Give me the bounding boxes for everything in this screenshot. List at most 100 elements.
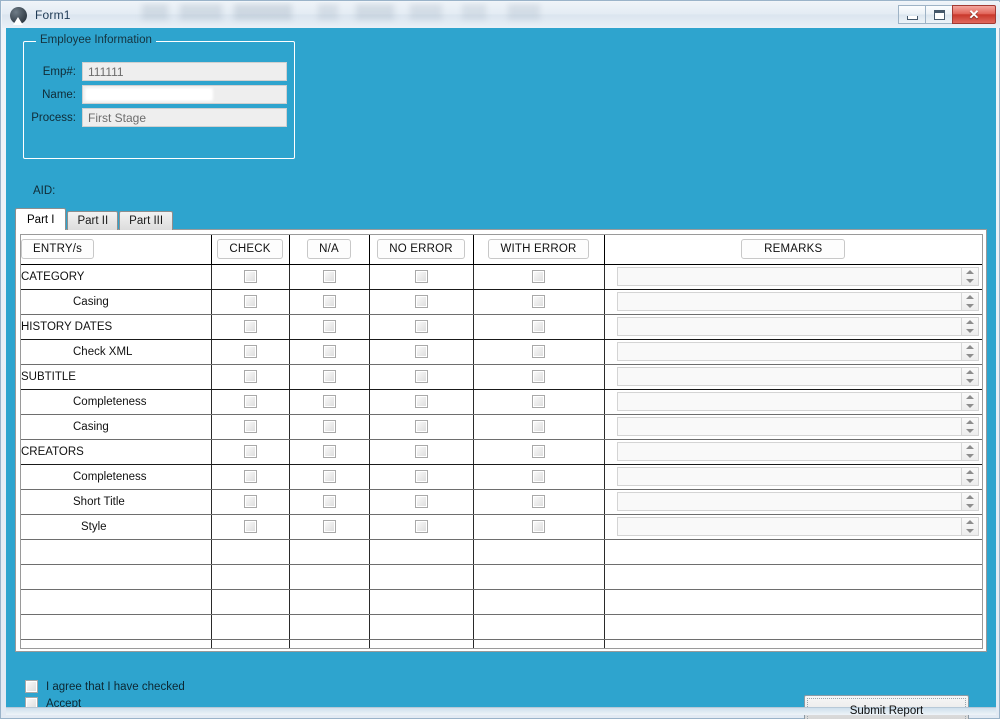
- remarks-numeric-updown[interactable]: [616, 317, 979, 336]
- name-input[interactable]: [82, 85, 287, 104]
- cell-with-error[interactable]: [473, 539, 605, 565]
- with-error-checkbox[interactable]: [532, 320, 545, 333]
- cell-check[interactable]: [211, 264, 290, 290]
- tab-part-i[interactable]: Part I: [15, 208, 67, 230]
- cell-entry[interactable]: Completeness: [21, 389, 212, 415]
- chevron-up-icon[interactable]: [962, 268, 978, 277]
- table-row[interactable]: Completeness: [21, 464, 982, 490]
- cell-entry[interactable]: HISTORY DATES: [21, 314, 212, 340]
- with-error-checkbox[interactable]: [532, 345, 545, 358]
- table-row[interactable]: Completeness: [21, 389, 982, 415]
- cell-check[interactable]: [211, 289, 290, 315]
- cell-remarks[interactable]: [604, 389, 982, 415]
- chevron-down-icon[interactable]: [962, 477, 978, 486]
- agree-checked-row[interactable]: I agree that I have checked: [25, 680, 185, 693]
- cell-with-error[interactable]: [473, 589, 605, 615]
- cell-no-error[interactable]: [369, 364, 474, 390]
- cell-check[interactable]: [211, 539, 290, 565]
- cell-remarks[interactable]: [604, 289, 982, 315]
- cell-na[interactable]: [289, 389, 370, 415]
- cell-no-error[interactable]: [369, 464, 474, 490]
- remarks-input[interactable]: [617, 318, 961, 335]
- cell-check[interactable]: [211, 589, 290, 615]
- cell-remarks[interactable]: [604, 539, 982, 565]
- cell-no-error[interactable]: [369, 539, 474, 565]
- remarks-input[interactable]: [617, 268, 961, 285]
- cell-no-error[interactable]: [369, 589, 474, 615]
- table-row[interactable]: CREATORS: [21, 439, 982, 465]
- check-checkbox[interactable]: [243, 520, 257, 533]
- remarks-input[interactable]: [617, 443, 961, 460]
- cell-remarks[interactable]: [604, 589, 982, 615]
- chevron-down-icon[interactable]: [962, 427, 978, 436]
- with-error-checkbox[interactable]: [532, 295, 545, 308]
- cell-na[interactable]: [289, 539, 370, 565]
- process-input[interactable]: First Stage: [82, 108, 287, 127]
- cell-entry[interactable]: SUBTITLE: [21, 364, 212, 390]
- chevron-down-icon[interactable]: [962, 402, 978, 411]
- chevron-up-icon[interactable]: [962, 368, 978, 377]
- cell-entry[interactable]: [21, 639, 212, 648]
- cell-na[interactable]: [289, 414, 370, 440]
- checklist-grid[interactable]: ENTRY/s CHECK N/A NO ERROR WITH ERROR RE…: [20, 234, 983, 649]
- na-checkbox[interactable]: [322, 470, 336, 483]
- cell-no-error[interactable]: [369, 489, 474, 515]
- remarks-input[interactable]: [617, 368, 961, 385]
- cell-na[interactable]: [289, 339, 370, 365]
- cell-with-error[interactable]: [473, 639, 605, 648]
- cell-with-error[interactable]: [473, 389, 605, 415]
- cell-entry[interactable]: CREATORS: [21, 439, 212, 465]
- cell-remarks[interactable]: [604, 639, 982, 648]
- check-checkbox[interactable]: [243, 295, 257, 308]
- chevron-down-icon[interactable]: [962, 452, 978, 461]
- remarks-input[interactable]: [617, 343, 961, 360]
- cell-na[interactable]: [289, 314, 370, 340]
- na-checkbox[interactable]: [322, 445, 336, 458]
- column-header-no-error[interactable]: NO ERROR: [369, 235, 474, 265]
- cell-check[interactable]: [211, 614, 290, 640]
- no-error-checkbox[interactable]: [414, 470, 428, 483]
- cell-na[interactable]: [289, 514, 370, 540]
- with-error-checkbox[interactable]: [532, 520, 545, 533]
- no-error-checkbox[interactable]: [414, 270, 428, 283]
- chevron-down-icon[interactable]: [962, 352, 978, 361]
- cell-entry[interactable]: CATEGORY: [21, 264, 212, 290]
- with-error-checkbox[interactable]: [532, 470, 545, 483]
- no-error-checkbox[interactable]: [414, 370, 428, 383]
- cell-na[interactable]: [289, 489, 370, 515]
- cell-remarks[interactable]: [604, 564, 982, 590]
- cell-no-error[interactable]: [369, 439, 474, 465]
- cell-entry[interactable]: Short Title: [21, 489, 212, 515]
- chevron-down-icon[interactable]: [962, 502, 978, 511]
- na-checkbox[interactable]: [322, 370, 336, 383]
- cell-check[interactable]: [211, 439, 290, 465]
- cell-check[interactable]: [211, 414, 290, 440]
- with-error-checkbox[interactable]: [532, 445, 545, 458]
- chevron-down-icon[interactable]: [962, 527, 978, 536]
- remarks-input[interactable]: [617, 468, 961, 485]
- cell-na[interactable]: [289, 364, 370, 390]
- table-row[interactable]: Casing: [21, 414, 982, 440]
- cell-check[interactable]: [211, 489, 290, 515]
- table-row[interactable]: [21, 564, 982, 590]
- no-error-checkbox[interactable]: [414, 295, 428, 308]
- cell-with-error[interactable]: [473, 339, 605, 365]
- emp-number-input[interactable]: 111111: [82, 62, 287, 81]
- na-checkbox[interactable]: [322, 395, 336, 408]
- table-row[interactable]: [21, 589, 982, 615]
- no-error-checkbox[interactable]: [414, 320, 428, 333]
- cell-remarks[interactable]: [604, 264, 982, 290]
- no-error-checkbox[interactable]: [414, 445, 428, 458]
- table-row[interactable]: HISTORY DATES: [21, 314, 982, 340]
- chevron-up-icon[interactable]: [962, 443, 978, 452]
- chevron-up-icon[interactable]: [962, 468, 978, 477]
- check-checkbox[interactable]: [243, 345, 257, 358]
- table-row[interactable]: SUBTITLE: [21, 364, 982, 390]
- column-header-with-error[interactable]: WITH ERROR: [473, 235, 605, 265]
- na-checkbox[interactable]: [322, 270, 336, 283]
- check-checkbox[interactable]: [243, 420, 257, 433]
- cell-no-error[interactable]: [369, 289, 474, 315]
- cell-check[interactable]: [211, 514, 290, 540]
- check-checkbox[interactable]: [243, 270, 257, 283]
- cell-check[interactable]: [211, 564, 290, 590]
